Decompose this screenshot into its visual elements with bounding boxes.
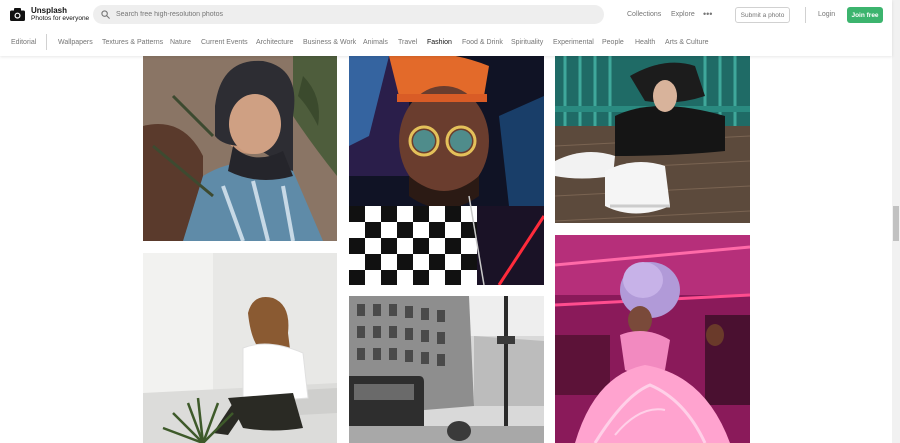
category-food-drink[interactable]: Food & Drink: [462, 39, 503, 46]
category-health[interactable]: Health: [635, 39, 655, 46]
brand-tagline: Photos for everyone: [31, 15, 90, 22]
login-link[interactable]: Login: [818, 11, 835, 18]
brand-name[interactable]: Unsplash: [31, 6, 67, 15]
search-bar[interactable]: [93, 5, 604, 24]
search-input[interactable]: [116, 11, 576, 18]
category-people[interactable]: People: [602, 39, 624, 46]
category-divider: [46, 34, 47, 50]
category-current-events[interactable]: Current Events: [201, 39, 248, 46]
photo-sneakers-on-bricks[interactable]: [555, 56, 750, 223]
category-travel[interactable]: Travel: [398, 39, 417, 46]
category-textures-patterns[interactable]: Textures & Patterns: [102, 39, 163, 46]
category-arts-culture[interactable]: Arts & Culture: [665, 39, 709, 46]
join-free-button[interactable]: Join free: [847, 7, 883, 23]
category-animals[interactable]: Animals: [363, 39, 388, 46]
photo-man-neon-glasses[interactable]: [349, 56, 544, 285]
photo-city-street-bw[interactable]: [349, 296, 544, 443]
category-spirituality[interactable]: Spirituality: [511, 39, 543, 46]
checkered-shirt: [349, 206, 544, 285]
nav-collections-link[interactable]: Collections: [627, 11, 661, 18]
category-fashion[interactable]: Fashion: [427, 39, 452, 46]
photo-pink-dress-neon[interactable]: [555, 235, 750, 443]
category-editorial[interactable]: Editorial: [11, 39, 36, 46]
category-nature[interactable]: Nature: [170, 39, 191, 46]
photo-woman-in-hijab[interactable]: [143, 56, 337, 241]
category-wallpapers[interactable]: Wallpapers: [58, 39, 93, 46]
top-header: Unsplash Photos for everyone Collections…: [0, 0, 892, 56]
photo-woman-in-white[interactable]: [143, 253, 337, 443]
search-icon: [101, 10, 110, 19]
category-architecture[interactable]: Architecture: [256, 39, 293, 46]
camera-logo-icon[interactable]: [10, 8, 25, 21]
scrollbar-thumb[interactable]: [893, 206, 899, 241]
header-divider: [805, 7, 806, 23]
category-business-work[interactable]: Business & Work: [303, 39, 356, 46]
nav-explore-link[interactable]: Explore: [671, 11, 695, 18]
submit-photo-button[interactable]: Submit a photo: [735, 7, 790, 23]
more-options-icon[interactable]: •••: [703, 9, 712, 19]
category-experimental[interactable]: Experimental: [553, 39, 594, 46]
